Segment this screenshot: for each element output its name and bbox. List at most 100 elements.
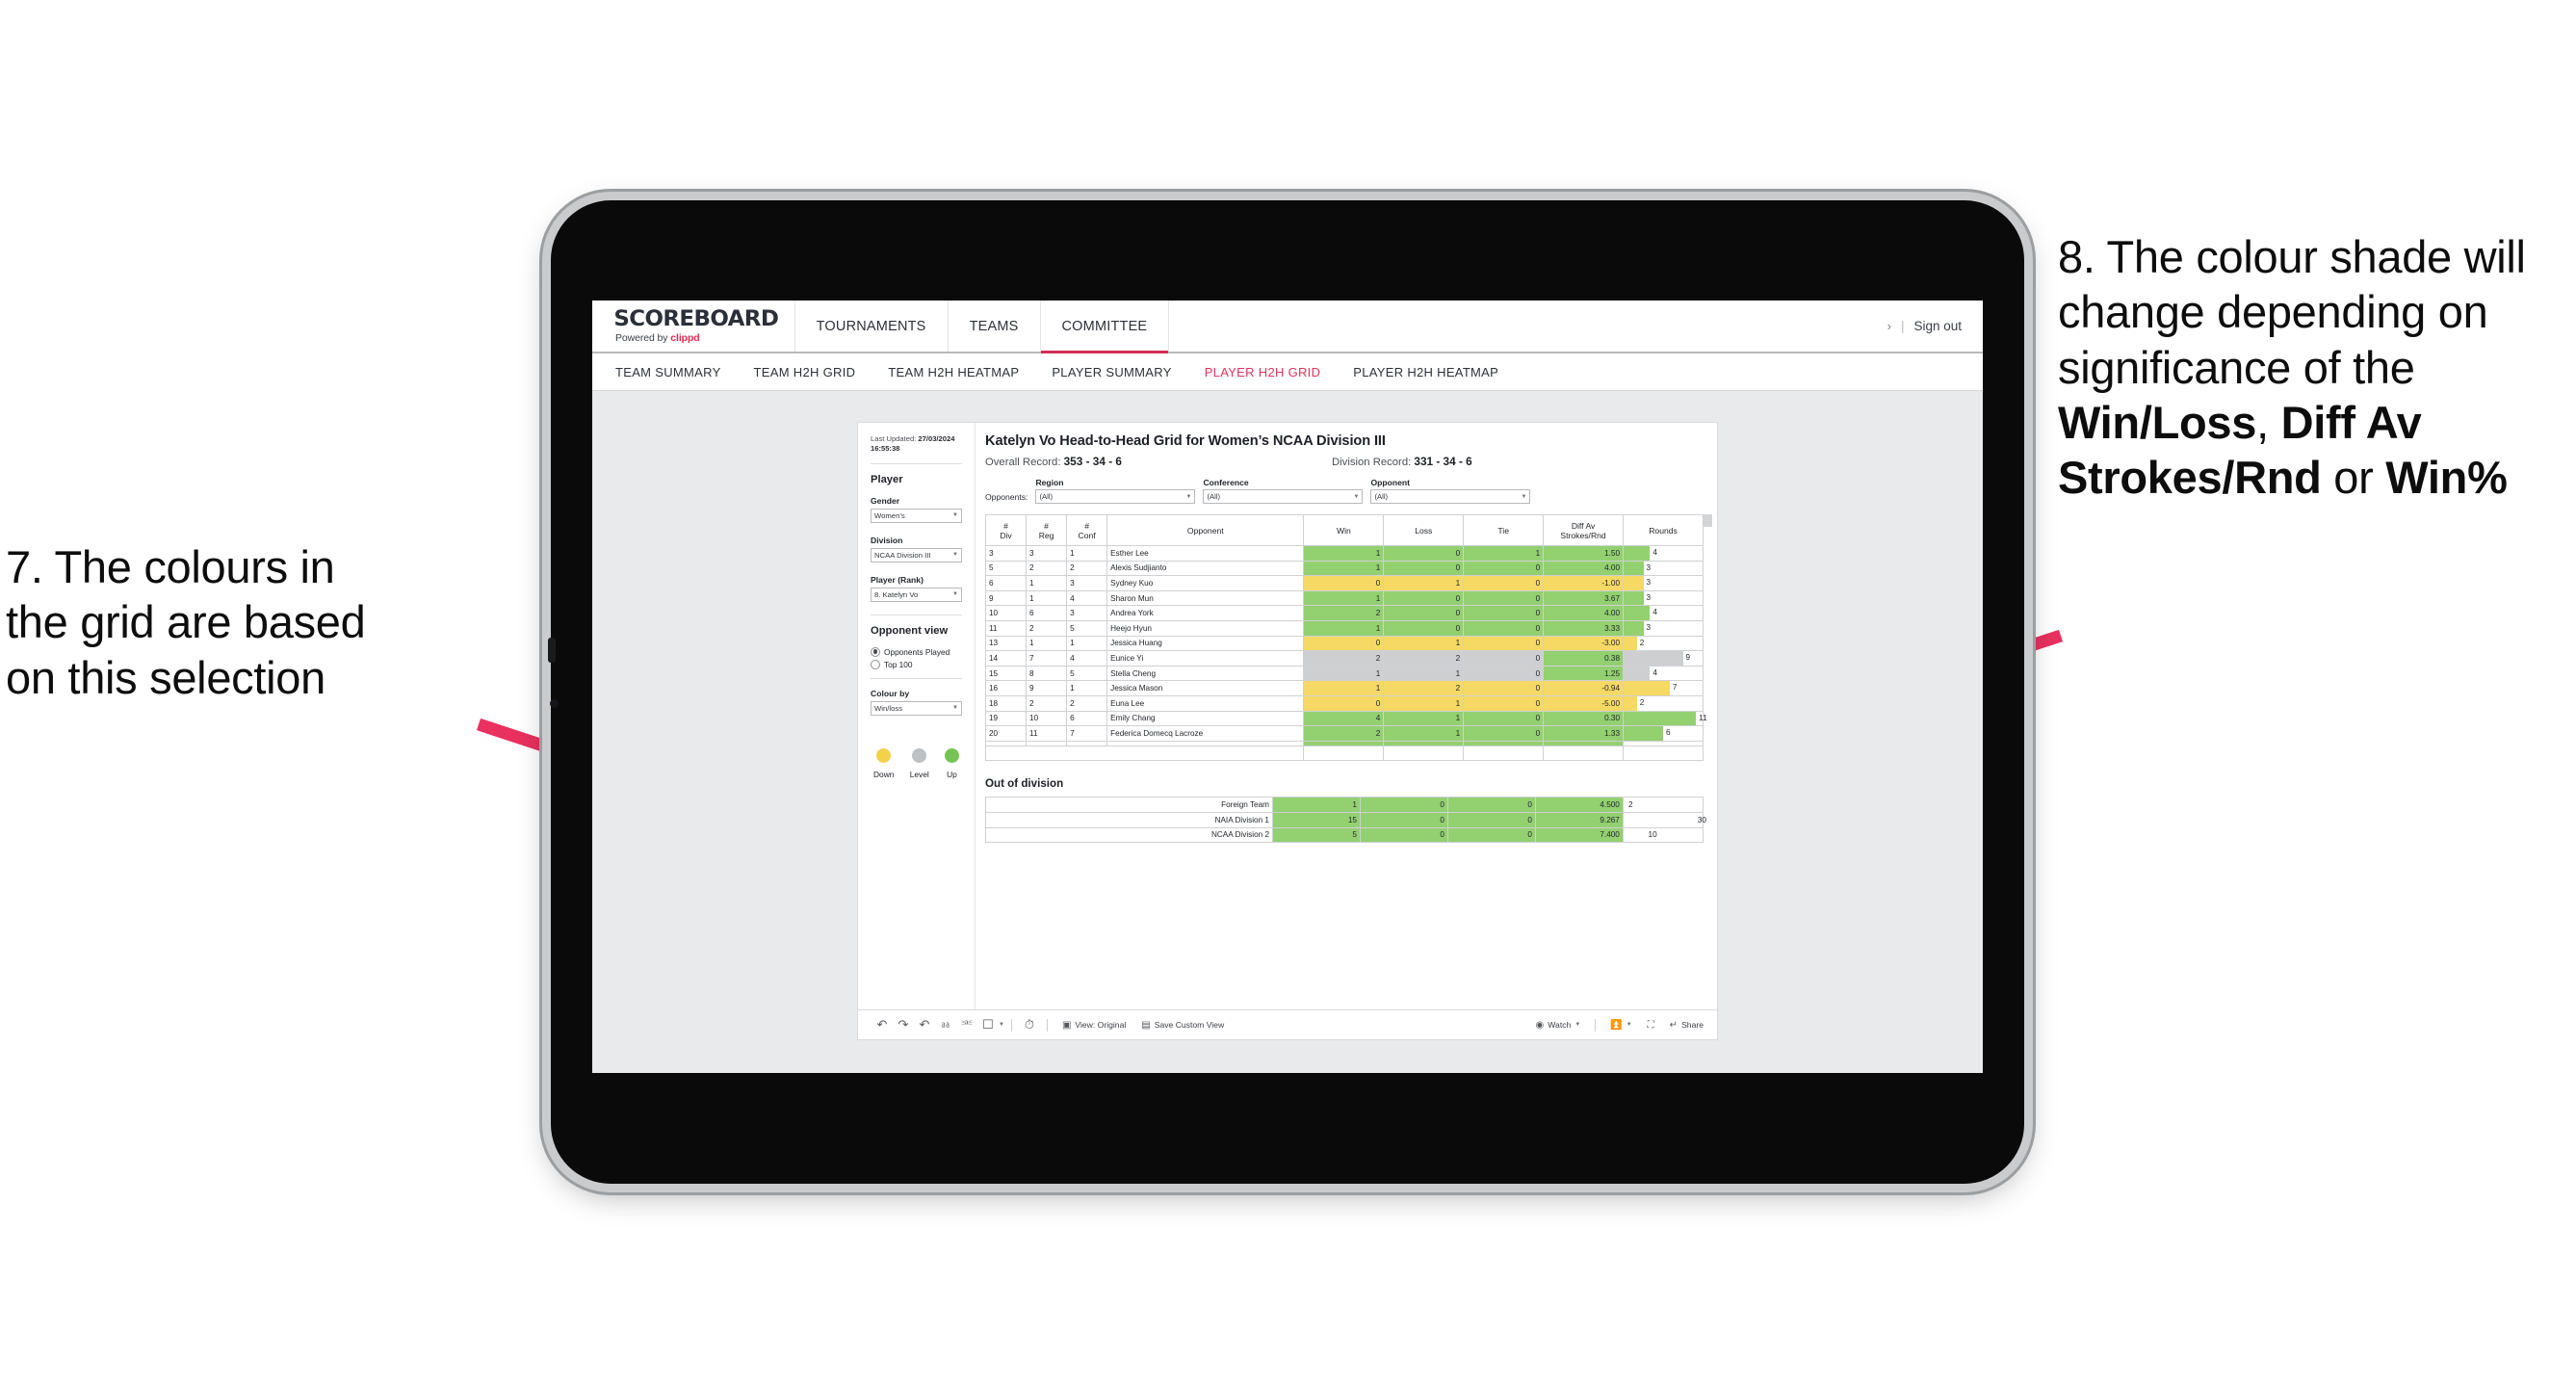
- col-reg-l1: #: [1044, 520, 1049, 531]
- table-row[interactable]: 19 10 6 Emily Chang 4 1 0 0.30 11: [984, 710, 1707, 727]
- table-row[interactable]: 20 11 7 Federica Domecq Lacroze 2 1 0 1.33 6: [984, 725, 1704, 742]
- pause-refresh-icon[interactable]: ⎃: [956, 1017, 977, 1033]
- h2h-grid-table: # Div # Reg # Conf Opponent Win Loss Tie Di…: [984, 514, 1707, 762]
- cell-reg: 2: [1026, 694, 1068, 712]
- rounds-bar: [1624, 666, 1651, 681]
- cell-win: 1: [1303, 619, 1385, 637]
- annotation-left-line-1: 7. The colours in: [6, 541, 335, 592]
- sub-nav-player-h2h-grid[interactable]: PLAYER H2H GRID: [1205, 365, 1321, 379]
- cell-conf: 2: [1066, 560, 1108, 577]
- table-row[interactable]: 3 3 1 Esther Lee 1 0 1 1.50 4: [984, 545, 1704, 562]
- cell-div: 19: [984, 710, 1028, 727]
- col-conf-l1: #: [1084, 520, 1089, 531]
- share-button[interactable]: ↵ Share: [1662, 1020, 1717, 1031]
- history-icon[interactable]: ⏱: [1019, 1017, 1040, 1033]
- table-row[interactable]: 11 2 5 Heejo Hyun 1 0 0 3.33 3: [984, 619, 1704, 637]
- filter-opponent: Opponent (All) ▼: [1370, 478, 1531, 504]
- cell-diff: 3.33: [1543, 619, 1625, 637]
- redo-icon[interactable]: ↷: [893, 1017, 914, 1033]
- sign-out-link[interactable]: Sign out: [1913, 319, 1962, 333]
- rounds-bar: [1624, 576, 1644, 590]
- cell-loss: 0: [1383, 619, 1465, 637]
- top-tab-teams[interactable]: TEAMS: [948, 301, 1041, 352]
- undo-icon[interactable]: ↶: [872, 1017, 893, 1033]
- colour-by-select[interactable]: Win/loss ▼: [871, 700, 962, 716]
- records-row: Overall Record: 353 - 34 - 6 Division Re…: [985, 455, 1704, 468]
- view-original-button[interactable]: ▣ View: Original: [1054, 1020, 1133, 1031]
- shape-icon[interactable]: ☐: [977, 1017, 999, 1033]
- table-row[interactable]: 9 1 4 Sharon Mun 1 0 0 3.67 3: [984, 589, 1704, 607]
- opponent-select[interactable]: (All) ▼: [1370, 489, 1531, 504]
- cell-diff: 4.00: [1543, 560, 1625, 577]
- gender-select[interactable]: Women’s ▼: [871, 508, 962, 523]
- cell-tie: 0: [1463, 680, 1545, 696]
- chevron-down-icon[interactable]: ▼: [999, 1022, 1004, 1028]
- view-icon: ▣: [1061, 1019, 1072, 1031]
- last-updated: Last Updated: 27/03/2024 16:55:38: [871, 434, 962, 455]
- rounds-bar: [1624, 681, 1670, 695]
- sub-nav-team-summary[interactable]: TEAM SUMMARY: [615, 365, 721, 379]
- save-custom-view-button[interactable]: ▤ Save Custom View: [1133, 1020, 1232, 1031]
- conference-select[interactable]: (All) ▼: [1203, 489, 1364, 504]
- refresh-data-icon[interactable]: ⎂: [935, 1017, 956, 1033]
- watch-button[interactable]: ◉ Watch ▼: [1528, 1020, 1589, 1031]
- cell-ood-rounds: 10: [1622, 826, 1704, 844]
- revert-icon[interactable]: ↶: [914, 1017, 935, 1033]
- player-rank-select[interactable]: 8. Katelyn Vo ▼: [871, 587, 962, 602]
- table-row[interactable]: Foreign Team 1 0 0 4.500 2: [985, 797, 1704, 813]
- table-row[interactable]: NAIA Division 1 15 0 0 9.267 30: [985, 811, 1706, 828]
- cell-tie: 0: [1463, 560, 1545, 577]
- brand-logo[interactable]: SCOREBOARD Powered by clippd: [592, 301, 795, 352]
- sub-nav-player-h2h-heatmap[interactable]: PLAYER H2H HEATMAP: [1353, 365, 1498, 379]
- cell-div: 11: [984, 619, 1028, 637]
- region-select[interactable]: (All) ▼: [1035, 489, 1196, 504]
- radio-opponents-played-label: Opponents Played: [884, 646, 950, 657]
- top-tab-committee[interactable]: COMMITTEE: [1040, 301, 1170, 353]
- cell-conf: 1: [1066, 545, 1108, 562]
- legend-label-level: Level: [909, 769, 929, 779]
- save-view-icon: ▤: [1141, 1019, 1151, 1031]
- rounds-value: 4: [1652, 608, 1657, 617]
- table-row[interactable]: 16 9 1 Jessica Mason 1 2 0 -0.94 7: [984, 680, 1704, 696]
- table-row[interactable]: 5 2 2 Alexis Sudjianto 1 0 0 4.00 3: [984, 560, 1704, 577]
- sub-nav-team-h2h-heatmap[interactable]: TEAM H2H HEATMAP: [888, 365, 1019, 379]
- table-row[interactable]: 14 7 4 Eunice Yi 2 2 0 0.38 9: [984, 650, 1704, 667]
- table-row[interactable]: NCAA Division 2 5 0 0 7.400 10: [985, 826, 1704, 844]
- rail-heading-player: Player: [871, 473, 903, 485]
- cell-ood-name: NCAA Division 2: [985, 826, 1273, 844]
- table-row[interactable]: 6 1 3 Sydney Kuo 0 1 0 -1.00 3: [984, 575, 1704, 591]
- division-select[interactable]: NCAA Division III ▼: [871, 547, 962, 562]
- col-conf-l2: Conf: [1078, 530, 1096, 540]
- cell-opponent: Esther Lee: [1106, 545, 1305, 562]
- grid-scrollbar[interactable]: [1704, 514, 1712, 527]
- opponent-filters: Opponents: Region (All) ▼ Conference (Al…: [985, 478, 1704, 504]
- rounds-bar: [1624, 561, 1644, 576]
- cell-div: 6: [984, 575, 1028, 591]
- top-tab-tournaments[interactable]: TOURNAMENTS: [794, 301, 949, 352]
- radio-top-100[interactable]: Top 100: [871, 659, 962, 669]
- sub-nav-player-summary[interactable]: PLAYER SUMMARY: [1052, 365, 1171, 379]
- chevron-right-icon[interactable]: ›: [1887, 319, 1891, 333]
- table-row[interactable]: 15 8 5 Stella Cheng 1 1 0 1.25 4: [984, 665, 1704, 682]
- dashboard-body: Last Updated: 27/03/2024 16:55:38 Player…: [858, 423, 1717, 1009]
- table-row[interactable]: 10 6 3 Andrea York 2 0 0 4.00 4: [984, 605, 1704, 621]
- grid-head: # Div # Reg # Conf Opponent Win Loss Tie Di…: [984, 514, 1704, 546]
- cell-reg: 1: [1026, 635, 1068, 652]
- cell-reg: 1: [1026, 589, 1068, 607]
- cell-div: 16: [984, 680, 1028, 696]
- legend-dot-down-icon: [876, 747, 892, 763]
- cell-diff: 1.50: [1543, 545, 1625, 562]
- download-button[interactable]: ⏫ ▼: [1602, 1020, 1639, 1031]
- radio-opponents-played[interactable]: Opponents Played: [871, 646, 962, 657]
- table-row[interactable]: 18 2 2 Euna Lee 0 1 0 -5.00 2: [984, 694, 1704, 712]
- cell-ood-win: 1: [1272, 797, 1361, 813]
- cell-empty: [1543, 745, 1625, 762]
- cell-reg: 3: [1026, 545, 1068, 562]
- tablet-screen: SCOREBOARD Powered by clippd TOURNAMENTS…: [592, 301, 1983, 1073]
- fullscreen-button[interactable]: ⛶: [1640, 1020, 1662, 1031]
- rounds-bar: [1624, 590, 1644, 606]
- cell-loss: 1: [1383, 575, 1465, 591]
- table-row[interactable]: 13 1 1 Jessica Huang 0 1 0 -3.00 2: [984, 635, 1704, 652]
- sub-nav-team-h2h-grid[interactable]: TEAM H2H GRID: [754, 365, 856, 379]
- rounds-value: 4: [1652, 548, 1657, 557]
